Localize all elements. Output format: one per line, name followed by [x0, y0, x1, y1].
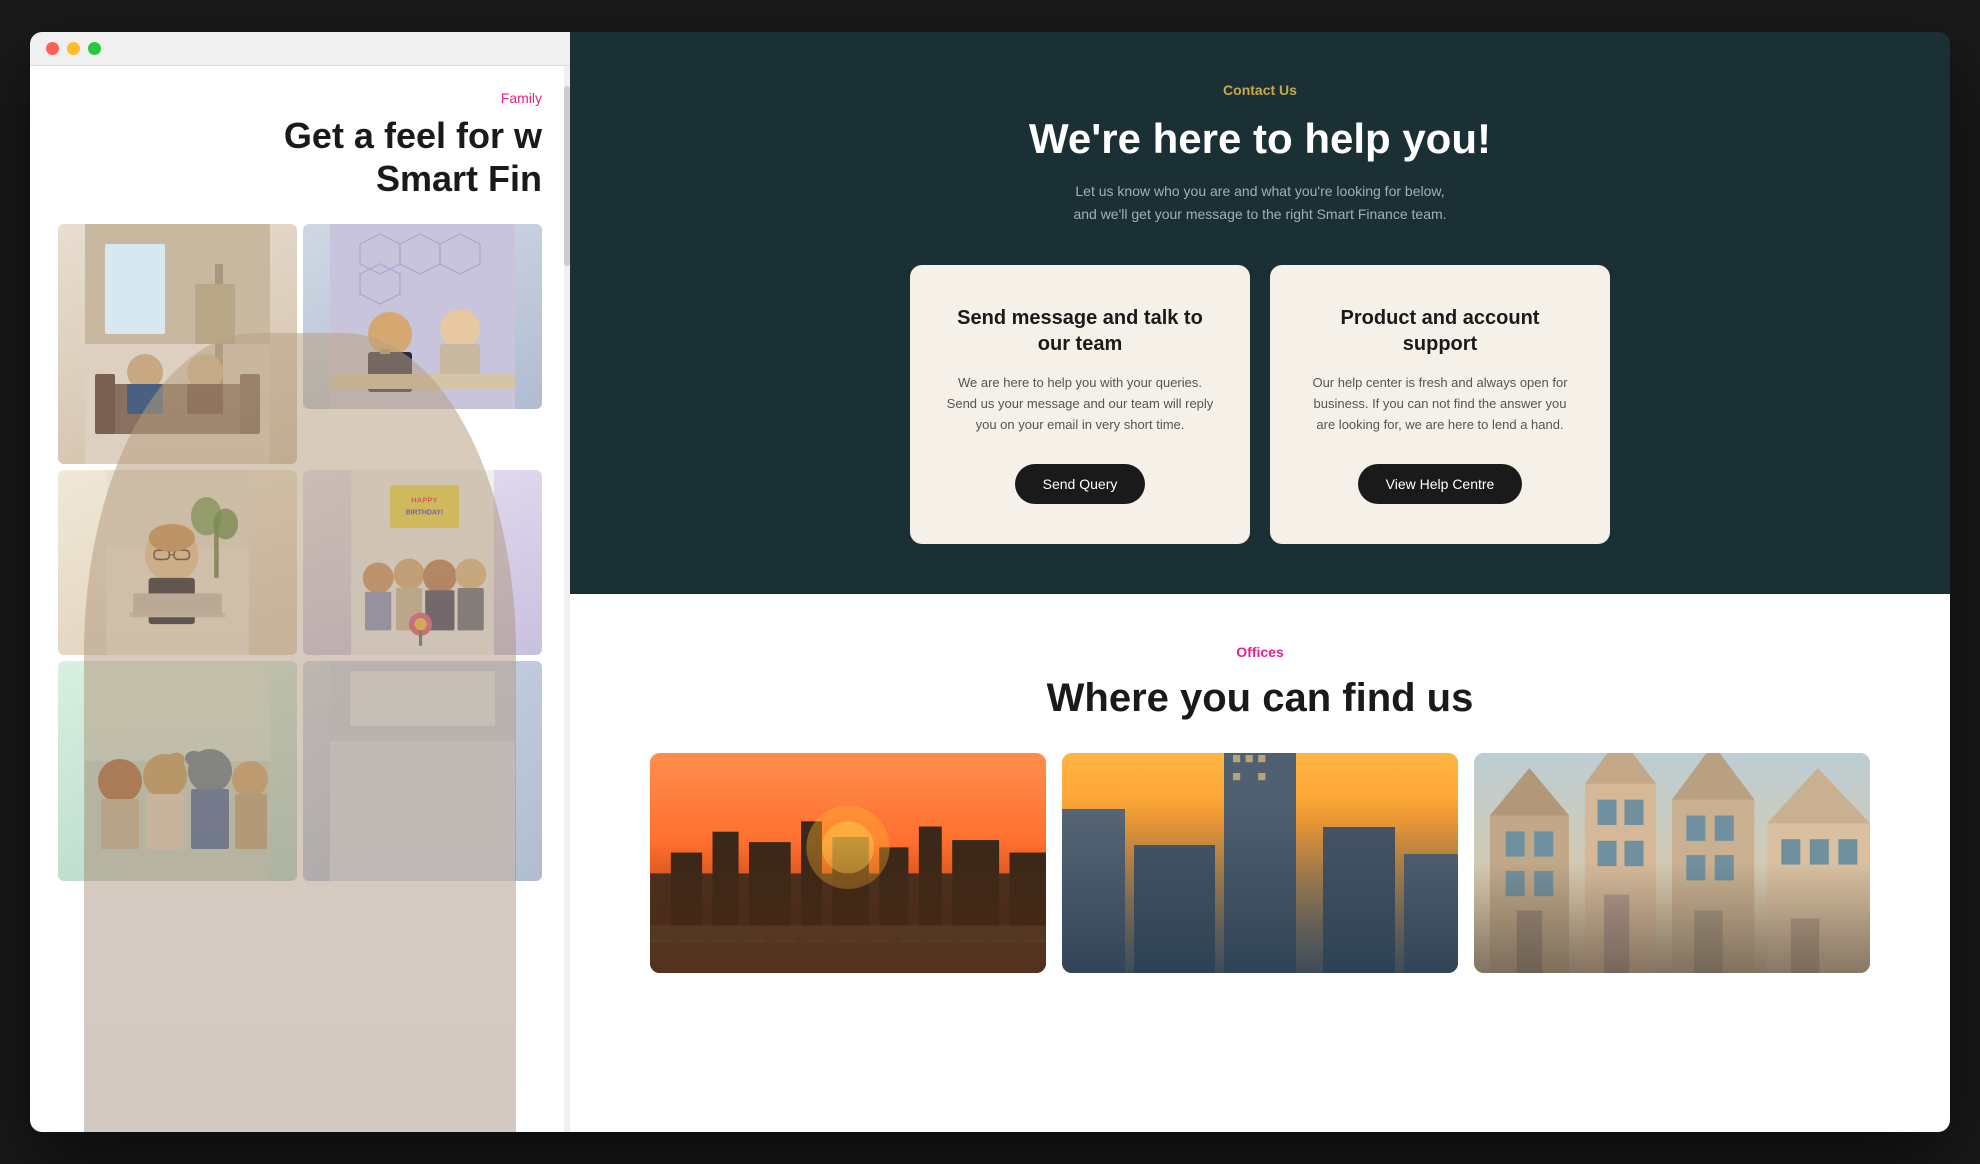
family-label: Family [58, 90, 542, 106]
contact-title: We're here to help you! [650, 114, 1870, 164]
left-site-content: Family Get a feel for w Smart Fin [30, 66, 570, 905]
card1-description: We are here to help you with your querie… [946, 373, 1214, 435]
contact-cards-row: Send message and talk to our team We are… [650, 265, 1870, 543]
card1-title: Send message and talk to our team [946, 305, 1214, 357]
right-panel: Contact Us We're here to help you! Let u… [570, 32, 1950, 1132]
browser-content: Family Get a feel for w Smart Fin [30, 66, 570, 1132]
photo-grid: HAPPY BIRTHDAY! [58, 224, 542, 881]
browser-chrome [30, 32, 570, 66]
card2-description: Our help center is fresh and always open… [1306, 373, 1574, 435]
scroll-indicator[interactable] [564, 66, 570, 1132]
city-photo-sf [650, 753, 1046, 973]
card2-title: Product and account support [1306, 305, 1574, 357]
city-photos-row [650, 753, 1870, 973]
hero-title: Get a feel for w Smart Fin [58, 114, 542, 200]
photo-cell-1 [58, 224, 297, 464]
city-photo-ny [1062, 753, 1458, 973]
browser-dot-close[interactable] [46, 42, 59, 55]
product-support-card: Product and account support Our help cen… [1270, 265, 1610, 543]
offices-section: Offices Where you can find us [570, 594, 1950, 1132]
browser-dot-maximize[interactable] [88, 42, 101, 55]
browser-panel: Family Get a feel for w Smart Fin [30, 32, 570, 1132]
send-message-card: Send message and talk to our team We are… [910, 265, 1250, 543]
offices-title: Where you can find us [650, 676, 1870, 721]
view-help-centre-button[interactable]: View Help Centre [1358, 464, 1523, 504]
city-photo-amsterdam [1474, 753, 1870, 973]
contact-tag: Contact Us [650, 82, 1870, 98]
contact-subtitle: Let us know who you are and what you're … [1070, 180, 1450, 225]
offices-tag: Offices [650, 644, 1870, 660]
contact-section: Contact Us We're here to help you! Let u… [570, 32, 1950, 594]
send-query-button[interactable]: Send Query [1015, 464, 1146, 504]
browser-dot-minimize[interactable] [67, 42, 80, 55]
